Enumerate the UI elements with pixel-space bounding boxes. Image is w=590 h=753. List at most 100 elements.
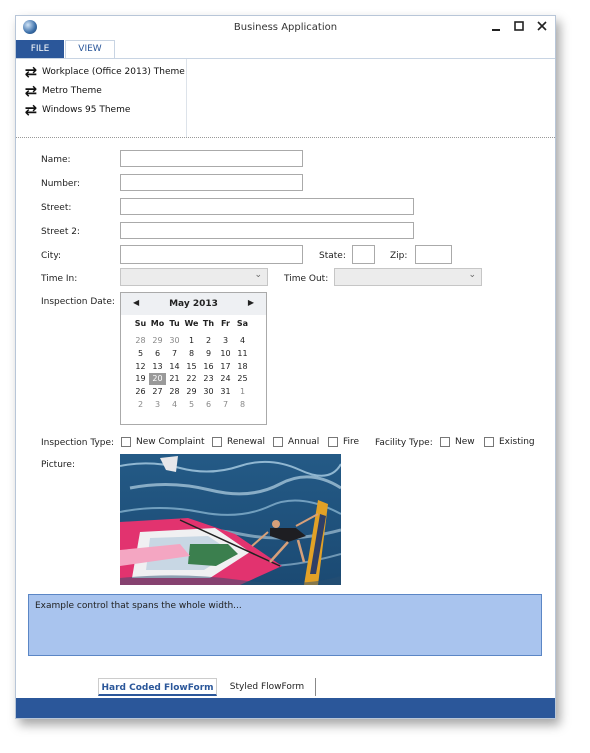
checkbox-box[interactable] <box>273 437 283 447</box>
calendar-day[interactable]: 21 <box>166 373 183 385</box>
close-button[interactable] <box>532 19 552 35</box>
day-of-week-label: Sa <box>236 319 249 328</box>
calendar-day[interactable]: 20 <box>149 373 166 386</box>
calendar-day[interactable]: 6 <box>200 399 217 411</box>
day-of-week-label: Mo <box>150 319 165 328</box>
calendar-day[interactable]: 6 <box>149 348 166 360</box>
street-field[interactable] <box>120 198 414 215</box>
calendar-day[interactable]: 30 <box>200 386 217 398</box>
inspection-date-calendar[interactable]: ◀ May 2013 ▶ Su Mo Tu We Th Fr Sa 28 29 30 1 2 3 4 5 6 7… <box>120 292 267 425</box>
theme-label: Windows 95 Theme <box>42 105 131 115</box>
calendar-month-title[interactable]: May 2013 <box>121 299 266 309</box>
theme-metro-button[interactable]: ⇄ Metro Theme <box>22 82 102 100</box>
maximize-icon <box>514 21 524 31</box>
calendar-day[interactable]: 2 <box>200 335 217 347</box>
calendar-day[interactable]: 24 <box>217 373 234 385</box>
name-field[interactable] <box>120 150 303 167</box>
tab-hard-coded-flowform[interactable]: Hard Coded FlowForm <box>98 678 217 696</box>
wide-text-control[interactable]: Example control that spans the whole wid… <box>28 594 542 656</box>
number-field[interactable] <box>120 174 303 191</box>
calendar-day[interactable]: 8 <box>183 348 200 360</box>
calendar-day[interactable]: 31 <box>217 386 234 398</box>
calendar-day[interactable]: 2 <box>132 399 149 411</box>
windsurfer-picture[interactable] <box>120 454 341 585</box>
day-of-week-label: Tu <box>169 319 180 328</box>
calendar-day[interactable]: 25 <box>234 373 251 385</box>
calendar-day[interactable]: 11 <box>234 348 251 360</box>
inspection-type-label: Inspection Type: <box>41 438 115 448</box>
picture-label: Picture: <box>41 460 75 470</box>
calendar-day[interactable]: 3 <box>149 399 166 411</box>
number-label: Number: <box>41 179 81 189</box>
calendar-day[interactable]: 29 <box>183 386 200 398</box>
calendar-day[interactable]: 9 <box>200 348 217 360</box>
calendar-day[interactable]: 23 <box>200 373 217 385</box>
calendar-day[interactable]: 4 <box>166 399 183 411</box>
calendar-day[interactable]: 1 <box>183 335 200 347</box>
checkbox-box[interactable] <box>328 437 338 447</box>
chevron-down-icon: ⌄ <box>254 270 262 280</box>
calendar-day[interactable]: 5 <box>132 348 149 360</box>
calendar-day[interactable]: 13 <box>149 361 166 373</box>
calendar-day[interactable]: 3 <box>217 335 234 347</box>
calendar-day[interactable]: 18 <box>234 361 251 373</box>
calendar-day[interactable]: 22 <box>183 373 200 385</box>
calendar-day[interactable]: 28 <box>132 335 149 347</box>
calendar-day[interactable]: 17 <box>217 361 234 373</box>
next-month-button[interactable]: ▶ <box>248 298 254 307</box>
tab-view[interactable]: VIEW <box>65 40 115 58</box>
checkbox-facility-existing[interactable]: Existing <box>484 436 535 448</box>
checkbox-fire[interactable]: Fire <box>328 436 359 448</box>
checkbox-box[interactable] <box>121 437 131 447</box>
calendar-day[interactable]: 19 <box>132 373 149 385</box>
checkbox-box[interactable] <box>440 437 450 447</box>
window-title: Business Application <box>233 22 338 33</box>
ribbon-tabs: FILE VIEW <box>16 40 555 58</box>
theme-windows95-button[interactable]: ⇄ Windows 95 Theme <box>22 101 131 119</box>
checkbox-new-complaint[interactable]: New Complaint <box>121 436 205 448</box>
calendar-day[interactable]: 27 <box>149 386 166 398</box>
close-icon <box>537 21 547 31</box>
street2-field[interactable] <box>120 222 414 239</box>
city-field[interactable] <box>120 245 303 264</box>
calendar-day[interactable]: 4 <box>234 335 251 347</box>
theme-label: Metro Theme <box>42 86 102 96</box>
inspection-date-label: Inspection Date: <box>41 297 115 307</box>
street2-label: Street 2: <box>41 227 80 237</box>
calendar-day[interactable]: 15 <box>183 361 200 373</box>
calendar-day[interactable]: 5 <box>183 399 200 411</box>
calendar-day[interactable]: 10 <box>217 348 234 360</box>
calendar-day[interactable]: 7 <box>166 348 183 360</box>
calendar-day[interactable]: 1 <box>234 386 251 398</box>
tab-file[interactable]: FILE <box>16 40 64 58</box>
minimize-button[interactable] <box>486 19 506 35</box>
time-out-combo[interactable]: ⌄ <box>334 268 482 286</box>
calendar-day[interactable]: 12 <box>132 361 149 373</box>
theme-office2013-button[interactable]: ⇄ Workplace (Office 2013) Theme <box>22 63 185 81</box>
tab-styled-flowform[interactable]: Styled FlowForm <box>219 678 316 696</box>
checkbox-facility-new[interactable]: New <box>440 436 475 448</box>
checkbox-label: New Complaint <box>136 437 205 447</box>
calendar-day[interactable]: 29 <box>149 335 166 347</box>
zip-field[interactable] <box>415 245 452 264</box>
calendar-day[interactable]: 26 <box>132 386 149 398</box>
calendar-day[interactable]: 28 <box>166 386 183 398</box>
calendar-day[interactable]: 30 <box>166 335 183 347</box>
checkbox-box[interactable] <box>484 437 494 447</box>
calendar-day[interactable]: 8 <box>234 399 251 411</box>
checkbox-label: Renewal <box>227 437 266 447</box>
calendar-day[interactable]: 14 <box>166 361 183 373</box>
calendar-day[interactable]: 7 <box>217 399 234 411</box>
checkbox-renewal[interactable]: Renewal <box>212 436 265 448</box>
state-field[interactable] <box>352 245 375 264</box>
theme-label: Workplace (Office 2013) Theme <box>42 67 185 77</box>
checkbox-box[interactable] <box>212 437 222 447</box>
calendar-day[interactable]: 16 <box>200 361 217 373</box>
maximize-button[interactable] <box>509 19 529 35</box>
checkbox-annual[interactable]: Annual <box>273 436 319 448</box>
swap-arrows-icon: ⇄ <box>24 63 38 81</box>
time-in-combo[interactable]: ⌄ <box>120 268 268 286</box>
wide-text-content: Example control that spans the whole wid… <box>35 601 242 611</box>
minimize-icon <box>492 29 500 31</box>
checkbox-label: Fire <box>343 437 360 447</box>
